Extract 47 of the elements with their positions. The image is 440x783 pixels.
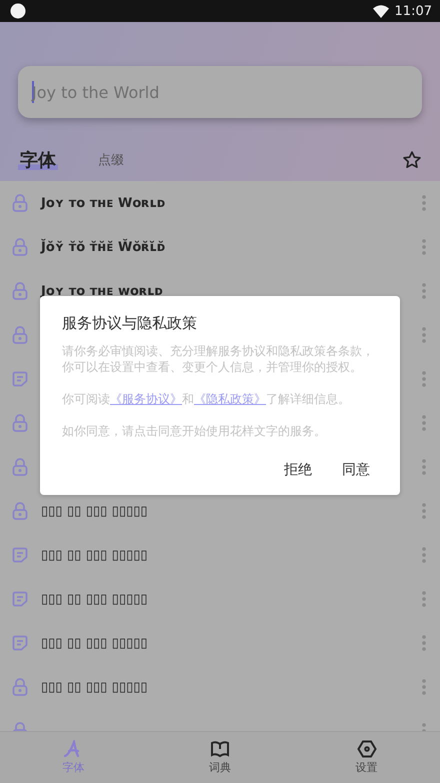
dialog-paragraph: 请你务必审慎阅读、充分理解服务协议和隐私政策各条款，你可以在设置中查看、变更个人信息，并管理你的授权。 <box>62 343 375 375</box>
note-icon <box>12 635 28 651</box>
more-icon <box>422 503 426 519</box>
font-preview-text[interactable]: ▯▯▯ ▯▯ ▯▯▯ ▯▯▯▯▯ <box>41 548 148 562</box>
lock-icon <box>12 194 28 212</box>
status-dot-icon <box>10 3 26 19</box>
font-preview-text[interactable]: J̆ᴏ̆ʏ̆ ᴛ̆ᴏ̆ ᴛ̆ʜ̆ᴇ̆ W̆ᴏ̆ʀ̆ʟ̆ᴅ̆ <box>41 240 166 254</box>
font-preview-text[interactable]: ▯▯▯ ▯▯ ▯▯▯ ▯▯▯▯▯ <box>41 592 148 606</box>
lock-icon <box>12 326 28 344</box>
more-icon <box>422 679 426 695</box>
status-time: 11:07 <box>394 4 432 18</box>
lock-icon <box>12 678 28 696</box>
nav-tab[interactable]: 设置 <box>293 732 440 783</box>
more-icon <box>422 415 426 431</box>
note-icon <box>12 591 28 607</box>
decline-button[interactable]: 拒绝 <box>276 455 320 485</box>
category-tab[interactable]: 字体 <box>18 148 58 172</box>
font-preview-text[interactable]: ▯▯▯ ▯▯ ▯▯▯ ▯▯▯▯▯ <box>41 636 148 650</box>
lock-icon <box>12 238 28 256</box>
lock-icon <box>12 458 28 476</box>
settings-icon <box>356 740 377 758</box>
more-icon <box>422 283 426 299</box>
font-preview-text[interactable]: Jᴏʏ ᴛᴏ ᴛʜᴇ ᴡᴏʀʟᴅ <box>41 284 164 298</box>
more-icon <box>422 239 426 255</box>
more-icon <box>422 547 426 563</box>
lock-icon <box>12 414 28 432</box>
lock-icon <box>12 502 28 520</box>
more-icon <box>422 635 426 651</box>
dialog-title: 服务协议与隐私政策 <box>62 314 198 333</box>
note-icon <box>12 547 28 563</box>
dialog-paragraph: 你可阅读《服务协议》和《隐私政策》了解详细信息。 <box>62 391 351 407</box>
font-preview-text[interactable]: ▯▯▯ ▯▯ ▯▯▯ ▯▯▯▯▯ <box>41 680 148 694</box>
lock-icon <box>12 282 28 300</box>
nav-tab[interactable]: 词典 <box>146 732 294 783</box>
more-icon <box>422 327 426 343</box>
note-icon <box>12 371 28 387</box>
book-icon <box>210 740 230 758</box>
more-icon <box>422 195 426 211</box>
font-preview-text[interactable]: ▯▯▯ ▯▯ ▯▯▯ ▯▯▯▯▯ <box>41 504 148 518</box>
font-preview-text[interactable]: Jᴏʏ ᴛᴏ ᴛʜᴇ Wᴏʀʟᴅ <box>41 196 166 210</box>
more-icon <box>422 371 426 387</box>
dialog-paragraph: 如你同意，请点击同意开始使用花样文字的服务。 <box>62 423 327 439</box>
more-icon <box>422 591 426 607</box>
wifi-icon <box>372 4 389 18</box>
star-icon[interactable] <box>402 150 422 170</box>
agree-button[interactable]: 同意 <box>334 455 378 485</box>
more-icon <box>422 459 426 475</box>
